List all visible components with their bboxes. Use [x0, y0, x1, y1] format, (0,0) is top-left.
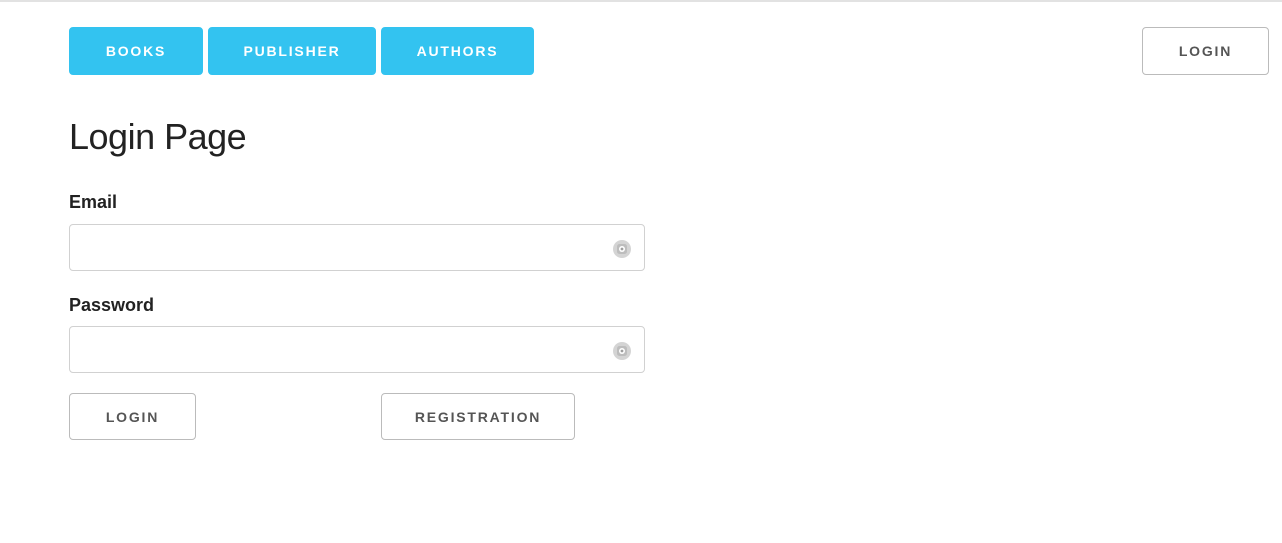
registration-button[interactable]: REGISTRATION	[381, 393, 575, 440]
password-label: Password	[69, 295, 155, 315]
password-manager-icon[interactable]	[612, 239, 632, 259]
nav-books-button[interactable]: BOOKS	[69, 27, 203, 75]
password-manager-icon[interactable]	[612, 341, 632, 361]
password-field-wrapper	[69, 326, 645, 373]
email-field-wrapper	[69, 224, 645, 271]
page-title: Login Page	[69, 116, 247, 157]
password-field[interactable]	[70, 327, 644, 372]
top-border	[0, 0, 1282, 2]
email-field[interactable]	[70, 225, 644, 270]
nav-publisher-button[interactable]: PUBLISHER	[208, 27, 376, 75]
email-label: Email	[69, 192, 118, 212]
nav-login-button[interactable]: LOGIN	[1142, 27, 1269, 75]
login-submit-button[interactable]: LOGIN	[69, 393, 196, 440]
nav-authors-button[interactable]: AUTHORS	[381, 27, 534, 75]
